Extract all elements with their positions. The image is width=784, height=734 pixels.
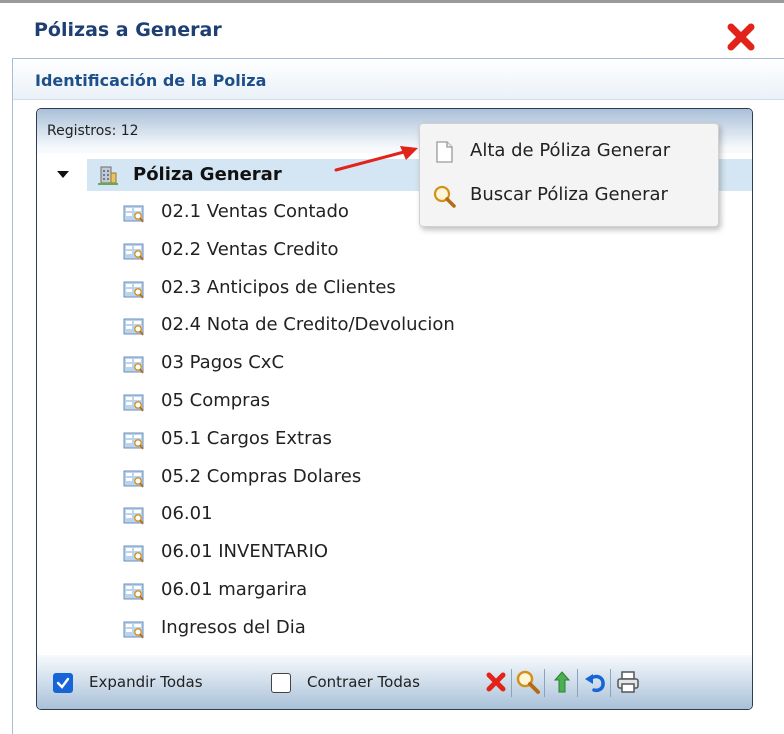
- tree-item[interactable]: 05.2 Compras Dolares: [123, 464, 583, 494]
- tree-item[interactable]: Ingresos del Dia: [123, 615, 583, 645]
- tree-item-label: 05.2 Compras Dolares: [161, 465, 362, 487]
- context-item-search-policy[interactable]: Buscar Póliza Generar: [420, 176, 718, 216]
- policy-table-icon: [123, 470, 144, 488]
- tree-item[interactable]: 05 Compras: [123, 388, 583, 418]
- tree-item[interactable]: 02.4 Nota de Credito/Devolucion: [123, 312, 583, 342]
- policy-table-icon: [123, 545, 144, 563]
- tree-item-label: 06.01: [161, 503, 213, 525]
- tree-item-label: 05.1 Cargos Extras: [161, 427, 332, 449]
- toolbar-separator: [511, 669, 512, 697]
- records-count: Registros: 12: [47, 123, 139, 139]
- new-document-icon: [436, 141, 453, 163]
- close-button[interactable]: [722, 21, 760, 55]
- close-x-icon: [727, 23, 755, 51]
- policy-table-icon: [123, 318, 144, 336]
- expand-all-label[interactable]: Expandir Todas: [89, 673, 203, 691]
- checkmark-icon: [56, 677, 70, 689]
- building-icon: [98, 166, 118, 185]
- tree-item[interactable]: 02.2 Ventas Credito: [123, 237, 583, 267]
- context-menu: Alta de Póliza Generar Buscar Póliza Gen…: [419, 123, 719, 227]
- policy-table-icon: [123, 394, 144, 412]
- policy-table-icon: [123, 243, 144, 261]
- policy-table-icon: [123, 432, 144, 450]
- policy-table-icon: [123, 507, 144, 525]
- tree-item-label: 02.3 Anticipos de Clientes: [161, 276, 396, 298]
- tree-item[interactable]: 06.01 margarira: [123, 577, 583, 607]
- policy-table-icon: [123, 621, 144, 639]
- tree-item-label: 05 Compras: [161, 390, 270, 411]
- search-icon[interactable]: [515, 669, 541, 695]
- context-item-label: Alta de Póliza Generar: [470, 140, 671, 161]
- delete-icon[interactable]: [483, 669, 509, 695]
- panel-title: Identificación de la Poliza: [35, 71, 267, 90]
- magnifier-icon: [433, 185, 456, 208]
- tree-item[interactable]: 03 Pagos CxC: [123, 350, 583, 380]
- toolbar-separator: [610, 669, 611, 697]
- tree-item-label: Ingresos del Dia: [161, 616, 306, 638]
- policy-table-icon: [123, 583, 144, 601]
- tree-item-label: 02.1 Ventas Contado: [161, 201, 349, 222]
- tree-item-label: 02.2 Ventas Credito: [161, 238, 339, 260]
- undo-icon[interactable]: [582, 669, 608, 695]
- window-titlebar: Pólizas a Generar: [0, 3, 784, 55]
- expand-all-checkbox[interactable]: [53, 673, 73, 693]
- expand-caret-icon[interactable]: [57, 171, 69, 178]
- tree-item-label: 06.01 INVENTARIO: [161, 541, 329, 563]
- collapse-all-label[interactable]: Contraer Todas: [307, 673, 420, 691]
- panel-header: Identificación de la Poliza: [13, 59, 784, 100]
- tree-item[interactable]: 05.1 Cargos Extras: [123, 426, 583, 456]
- policy-table-icon: [123, 281, 144, 299]
- tree-item[interactable]: 06.01 INVENTARIO: [123, 539, 583, 569]
- move-up-icon[interactable]: [549, 669, 575, 695]
- tree-item-label: 06.01 margarira: [161, 579, 308, 600]
- toolbar-separator: [544, 669, 545, 697]
- tree-item-label: 02.4 Nota de Credito/Devolucion: [161, 314, 455, 336]
- window-title: Pólizas a Generar: [34, 19, 222, 41]
- print-icon[interactable]: [615, 669, 641, 695]
- collapse-all-checkbox[interactable]: [271, 673, 291, 693]
- tree-item-label: 03 Pagos CxC: [161, 352, 285, 374]
- tree-item[interactable]: 06.01: [123, 501, 583, 531]
- annotation-arrow: [334, 146, 418, 172]
- context-item-label: Buscar Póliza Generar: [470, 184, 668, 205]
- tree-root-label[interactable]: Póliza Generar: [133, 164, 282, 185]
- tree-item[interactable]: 02.3 Anticipos de Clientes: [123, 275, 583, 305]
- policy-table-icon: [123, 356, 144, 374]
- toolbar-separator: [577, 669, 578, 697]
- context-item-new-policy[interactable]: Alta de Póliza Generar: [420, 132, 718, 172]
- tree-footer-toolbar: Expandir Todas Contraer Todas: [37, 655, 752, 709]
- policy-table-icon: [123, 205, 144, 223]
